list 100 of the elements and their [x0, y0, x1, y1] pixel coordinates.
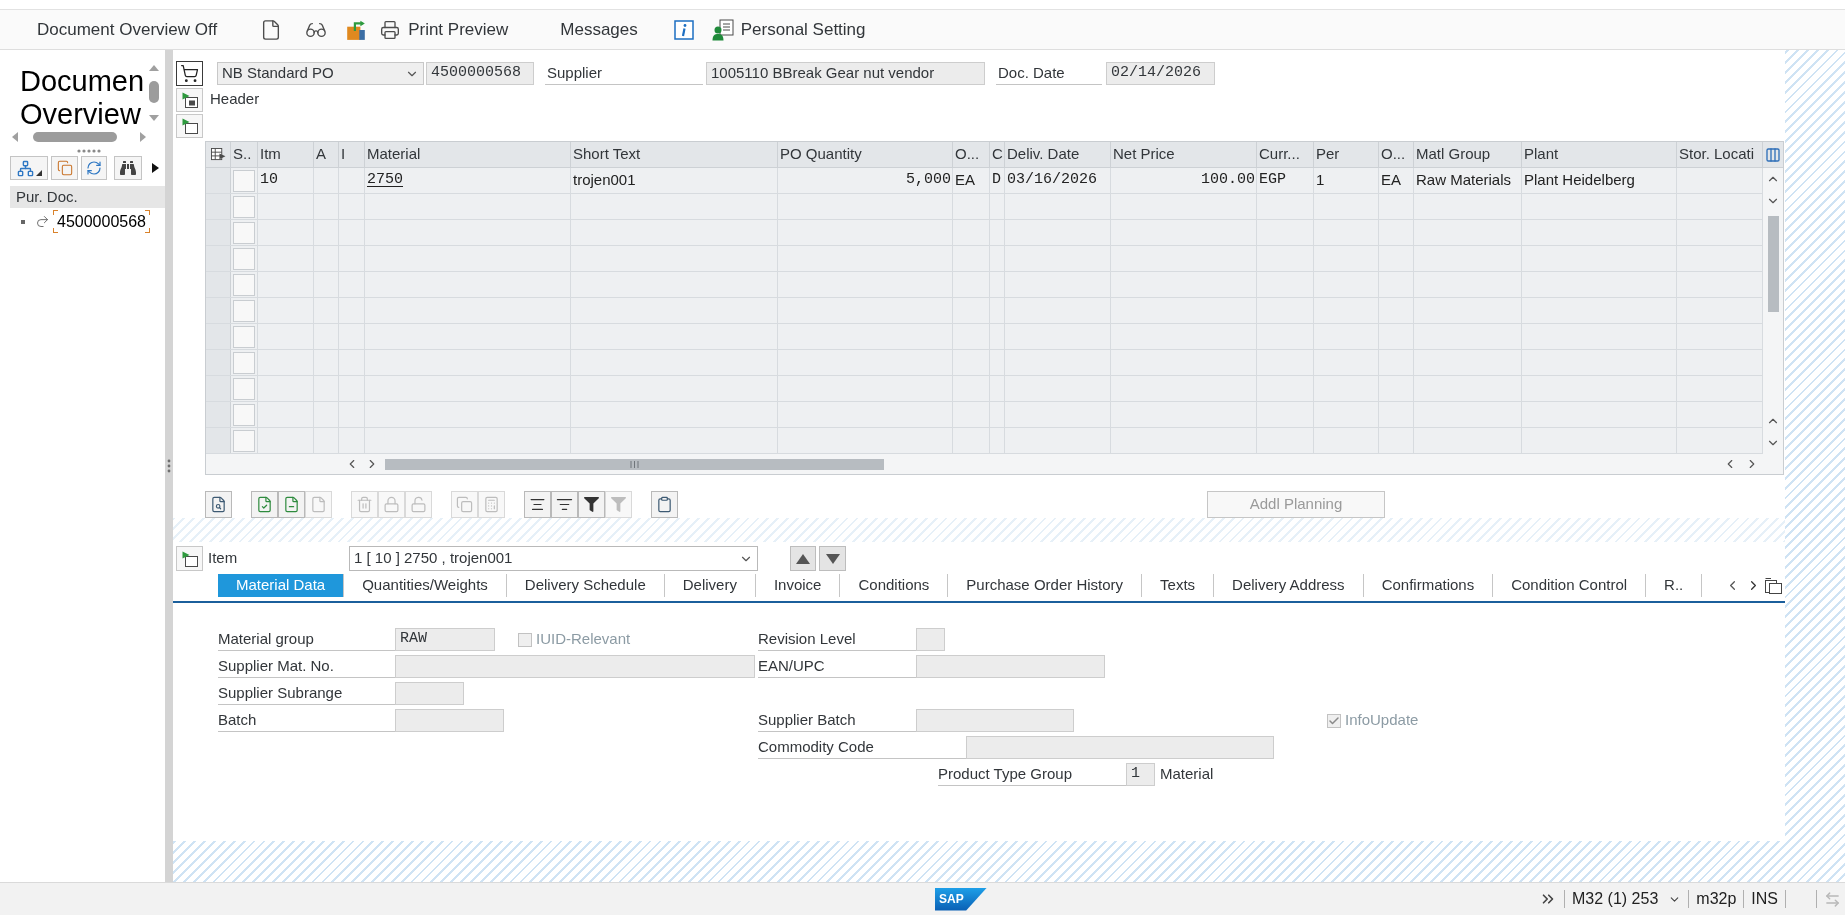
input-field[interactable]: 02/14/2026 [1106, 62, 1215, 85]
document-type-dropdown[interactable]: NB Standard PO [217, 62, 424, 85]
vertical-scrollbar[interactable] [1763, 168, 1783, 454]
input-field[interactable]: RAW [395, 628, 495, 651]
column-header[interactable]: Itm [260, 143, 281, 166]
row-selector[interactable] [233, 429, 255, 452]
hierarchy-icon [16, 159, 34, 177]
checkbox-label: InfoUpdate [1345, 710, 1419, 731]
item-toggle-button[interactable] [176, 546, 203, 571]
align-center-icon [529, 496, 546, 513]
grip-icon [167, 459, 171, 473]
scrollbar-thumb[interactable] [1767, 216, 1779, 312]
cart-icon [180, 64, 199, 83]
column-settings-icon[interactable] [1765, 146, 1781, 163]
input-field[interactable] [916, 709, 1074, 732]
toolbar-button[interactable] [578, 491, 605, 518]
field-label: Doc. Date [996, 62, 1102, 85]
field-label: Item [208, 548, 239, 569]
column-header[interactable]: Net Price [1113, 143, 1175, 166]
logo: SAP [935, 887, 987, 911]
dropdown-triangle-icon [35, 170, 42, 176]
row-selector[interactable] [233, 325, 255, 348]
input-field[interactable] [916, 655, 1105, 678]
column-header[interactable]: A [316, 143, 326, 166]
expand-button[interactable] [176, 113, 203, 138]
toolbar-button[interactable] [551, 491, 578, 518]
toolbar-button[interactable] [524, 491, 551, 518]
row-selector[interactable] [233, 299, 255, 322]
header-toggle-button[interactable] [176, 87, 203, 112]
column-header[interactable]: Plant [1524, 143, 1559, 166]
column-header[interactable]: Curr... [1259, 143, 1300, 166]
item-dropdown[interactable]: 1 [ 10 ] 2750 , trojen001 [349, 546, 758, 571]
column-header[interactable]: Matl Group [1416, 143, 1491, 166]
row-selector[interactable] [233, 195, 255, 218]
column-header[interactable]: C [992, 143, 1003, 166]
column-header[interactable]: S.. [233, 143, 252, 166]
column-header[interactable]: Deliv. Date [1007, 143, 1080, 166]
column-header[interactable]: Stor. Locati [1679, 143, 1755, 166]
document-search-icon [210, 496, 227, 513]
next-item-button[interactable] [819, 546, 846, 571]
info-button[interactable] [671, 17, 696, 42]
document-overview-button[interactable]: Document Overview Off [35, 15, 220, 44]
table-menu-icon[interactable] [210, 148, 226, 161]
column-header[interactable]: PO Quantity [780, 143, 862, 166]
horizontal-scrollbar[interactable] [12, 131, 146, 143]
more-button[interactable] [151, 162, 160, 174]
input-field[interactable] [966, 736, 1274, 759]
row-selector[interactable] [233, 221, 255, 244]
row-selector[interactable] [233, 169, 255, 192]
table-cell[interactable]: 2750 [367, 169, 403, 192]
checkbox-label: IUID-Relevant [536, 629, 631, 650]
input-field[interactable]: 1 [1126, 763, 1155, 786]
cart-button[interactable] [176, 61, 203, 86]
row-selector[interactable] [233, 273, 255, 296]
session-dropdown[interactable]: M32 (1) 253 [1572, 887, 1682, 911]
tab-list-icon[interactable] [1765, 577, 1783, 594]
scrollbar-thumb[interactable] [33, 132, 117, 142]
toolbar-button[interactable] [114, 156, 142, 180]
column-header[interactable]: O... [955, 143, 980, 166]
input-field[interactable]: 1005110 BBreak Gear nut vendor [706, 62, 985, 85]
person-document-icon [711, 18, 734, 41]
table-cell-text: 03/16/2026 [1007, 170, 1097, 191]
grip-icon[interactable] [77, 149, 101, 153]
column-header[interactable]: I [341, 143, 346, 166]
row-selector[interactable] [233, 403, 255, 426]
grip-icon [630, 460, 639, 468]
arrows-icon[interactable] [1824, 890, 1841, 908]
print-preview-button[interactable]: Print Preview [378, 14, 511, 45]
column-header[interactable]: O... [1381, 143, 1406, 166]
previous-item-button[interactable] [790, 546, 816, 571]
panel-title: Overview [20, 98, 141, 131]
input-field[interactable] [395, 682, 464, 705]
input-field[interactable]: 4500000568 [426, 62, 534, 85]
clipboard-icon [656, 496, 673, 513]
messages-button[interactable]: Messages [558, 16, 640, 43]
row-selector[interactable] [233, 351, 255, 374]
tree-item[interactable]: 4500000568 [53, 210, 150, 233]
toolbar-button[interactable] [651, 491, 678, 518]
toolbar-button[interactable] [205, 491, 232, 518]
input-field[interactable] [916, 628, 945, 651]
input-field[interactable] [395, 655, 755, 678]
table-cell-text: 10 [260, 170, 278, 191]
scrollbar-thumb[interactable] [385, 458, 884, 470]
lock-icon [383, 496, 400, 513]
input-field[interactable] [395, 709, 504, 732]
column-header[interactable]: Material [367, 143, 421, 166]
scroll-left-icon [12, 132, 18, 142]
table-cell-text: 100.00 [1201, 170, 1255, 191]
copy-icon [56, 160, 73, 176]
field-label: Commodity Code [758, 736, 966, 759]
table-cell-text: Raw Materials [1416, 170, 1512, 191]
scrollbar-thumb[interactable] [149, 81, 159, 103]
column-header[interactable]: Short Text [573, 143, 641, 166]
scroll-up-icon [149, 65, 159, 71]
column-header[interactable]: Per [1316, 143, 1340, 166]
triangle-right-icon [152, 163, 159, 173]
scroll-down-icon [149, 115, 159, 121]
personal-setting-button[interactable]: Personal Setting [709, 14, 868, 45]
row-selector[interactable] [233, 377, 255, 400]
row-selector[interactable] [233, 247, 255, 270]
